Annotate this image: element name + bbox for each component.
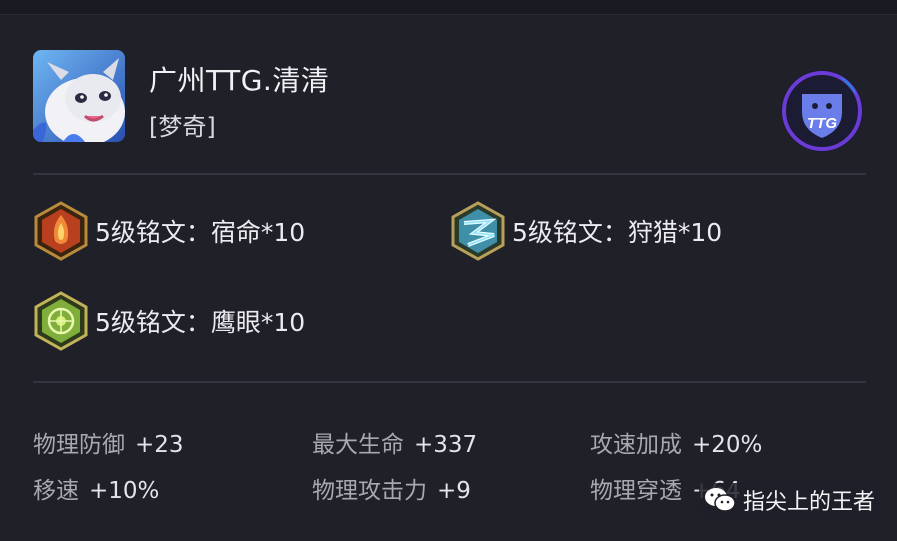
rune-blue-hexagon-icon [451, 201, 505, 261]
stat-key: 物理穿透 [590, 478, 682, 504]
svg-text:TTG: TTG [807, 115, 837, 132]
stat-physical-attack: 物理攻击力 +9 [312, 471, 471, 505]
rune-item: 5级铭文：鹰眼*10 [33, 291, 305, 351]
divider-bottom [33, 381, 866, 383]
divider-top [33, 173, 866, 175]
rune-red-hexagon-icon [34, 201, 88, 261]
wechat-watermark: 指尖上的王者 [699, 483, 882, 517]
player-name: 广州TTG.清清 [149, 64, 330, 97]
rune-item: 5级铭文：狩猎*10 [450, 201, 722, 261]
team-logo-icon: TTG [779, 68, 865, 154]
stat-move-speed: 移速 +10% [33, 471, 159, 505]
stat-value: +10% [89, 478, 160, 504]
stat-max-hp: 最大生命 +337 [312, 425, 477, 459]
rune-item: 5级铭文：宿命*10 [33, 201, 305, 261]
stat-value: +23 [135, 432, 184, 458]
rune-green-hexagon-icon [34, 291, 88, 351]
rune-label: 5级铭文：鹰眼*10 [95, 308, 306, 337]
stat-key: 最大生命 [312, 432, 404, 458]
stat-key: 物理防御 [33, 432, 125, 458]
hero-portrait-icon[interactable] [33, 50, 125, 142]
stat-value: +9 [437, 478, 471, 504]
top-strip [0, 0, 897, 14]
stat-physical-defense: 物理防御 +23 [33, 425, 184, 459]
watermark-text: 指尖上的王者 [743, 490, 876, 515]
rune-label: 5级铭文：狩猎*10 [512, 218, 723, 247]
rune-info-card: 广州TTG.清清 [梦奇] TTG 5级铭文：宿命*10 5级铭文：狩猎*10 … [0, 14, 897, 541]
stat-value: +337 [414, 432, 478, 458]
stat-key: 攻速加成 [590, 432, 682, 458]
stat-attack-speed: 攻速加成 +20% [590, 425, 762, 459]
stat-key: 移速 [33, 478, 79, 504]
hero-name: [梦奇] [149, 113, 216, 141]
rune-label: 5级铭文：宿命*10 [95, 218, 306, 247]
stat-key: 物理攻击力 [312, 478, 427, 504]
stat-value: +20% [692, 432, 763, 458]
wechat-icon [705, 488, 736, 512]
